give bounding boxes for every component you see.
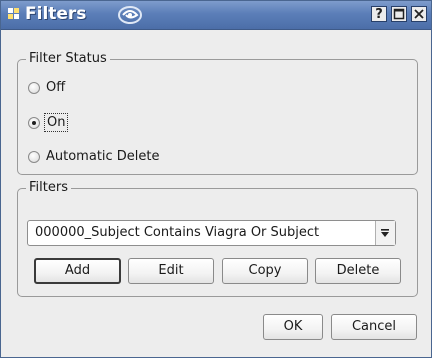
radio-automatic-delete-label[interactable]: Automatic Delete [46, 149, 160, 164]
edit-button[interactable]: Edit [128, 258, 214, 284]
swirl-icon [117, 5, 143, 25]
filter-select-dropdown-button[interactable] [375, 221, 395, 245]
radio-off[interactable]: Off [28, 79, 148, 99]
close-button[interactable] [411, 6, 427, 22]
filters-group: Filters 000000_Subject Contains Viagra O… [17, 180, 418, 297]
maximize-icon [393, 8, 405, 20]
radio-automatic-delete[interactable]: Automatic Delete [28, 148, 228, 168]
filters-legend: Filters [26, 180, 71, 195]
radio-on[interactable]: On [28, 113, 148, 134]
title-bar[interactable]: Filters ? [1, 1, 431, 30]
help-icon: ? [375, 7, 383, 22]
close-icon [414, 9, 424, 19]
window-title: Filters [25, 4, 87, 24]
copy-button[interactable]: Copy [222, 258, 308, 284]
filter-status-group: Filter Status Off On Automatic Delete [17, 51, 418, 175]
radio-automatic-delete-indicator[interactable] [28, 151, 40, 163]
chevron-down-icon [381, 229, 389, 237]
cancel-button[interactable]: Cancel [331, 314, 417, 340]
app-icon[interactable] [8, 8, 20, 19]
filters-dialog: Filters ? Filter Status Off On Automatic… [0, 0, 432, 358]
ok-button[interactable]: OK [263, 314, 323, 340]
maximize-button[interactable] [391, 6, 407, 22]
radio-off-indicator[interactable] [28, 82, 40, 94]
radio-off-label[interactable]: Off [46, 80, 65, 95]
add-button[interactable]: Add [34, 258, 121, 284]
delete-button[interactable]: Delete [315, 258, 401, 284]
radio-on-indicator[interactable] [28, 117, 40, 129]
filter-select-value: 000000_Subject Contains Viagra Or Subjec… [35, 225, 320, 240]
filter-select[interactable]: 000000_Subject Contains Viagra Or Subjec… [27, 220, 396, 246]
radio-on-label[interactable]: On [44, 113, 69, 132]
filter-status-legend: Filter Status [26, 51, 110, 66]
help-button[interactable]: ? [371, 6, 387, 22]
